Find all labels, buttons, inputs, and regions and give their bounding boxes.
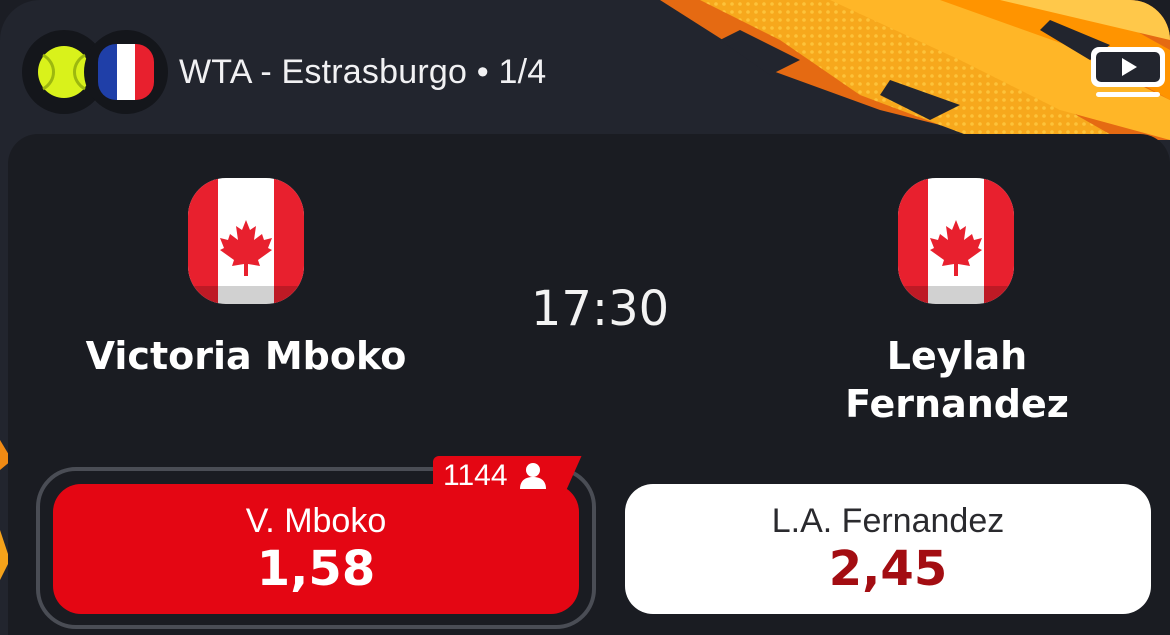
match-card: WTA - Estrasburgo • 1/4 Victoria Mboko L… [0, 0, 1170, 635]
competition-header: WTA - Estrasburgo • 1/4 [22, 30, 546, 114]
user-icon [519, 463, 546, 489]
flag-canada-icon [898, 178, 1014, 304]
competition-title: WTA - Estrasburgo • 1/4 [179, 52, 547, 91]
odd-button-home[interactable]: V. Mboko 1,58 [53, 484, 579, 614]
odd-value: 2,45 [828, 541, 948, 597]
bettors-badge: 1144 [433, 456, 582, 496]
odd-label: V. Mboko [245, 502, 387, 540]
bettors-count: 1144 [443, 459, 508, 492]
home-player-name: Victoria Mboko [85, 334, 407, 378]
flag-france-icon [84, 30, 168, 114]
odd-label: L.A. Fernandez [771, 502, 1005, 540]
tv-play-icon[interactable] [1088, 44, 1170, 100]
away-player-name-line1: Leylah [886, 334, 1028, 378]
flag-canada-icon [188, 178, 304, 304]
away-player-name: Leylah Fernandez [820, 332, 1094, 428]
away-player-name-line2: Fernandez [845, 382, 1069, 426]
badges [22, 30, 168, 114]
match-time: 17:30 [530, 281, 670, 337]
odd-value: 1,58 [256, 541, 376, 597]
odd-button-away[interactable]: L.A. Fernandez 2,45 [625, 484, 1151, 614]
